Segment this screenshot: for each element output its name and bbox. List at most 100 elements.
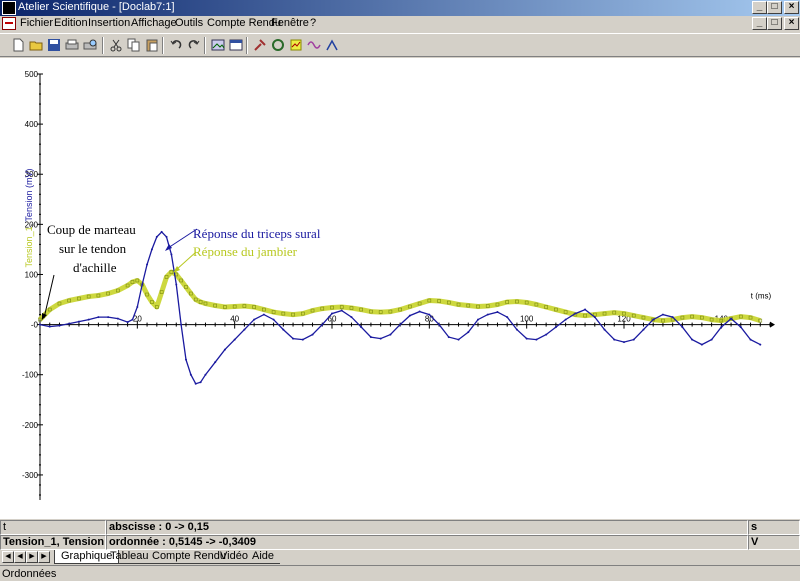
series-tension-point	[141, 283, 144, 286]
x-axis-label: t (ms)	[751, 292, 772, 301]
y-tick-label: -300	[22, 471, 39, 480]
series-tension-point	[399, 323, 402, 326]
close-button[interactable]: ×	[784, 1, 799, 14]
series-tension-point	[739, 326, 742, 329]
series-tension-point	[146, 263, 149, 266]
series-tension-point	[535, 338, 538, 341]
x-tick-label: 40	[230, 315, 239, 324]
y-tick-label: 100	[25, 270, 39, 279]
doc-minimize-button[interactable]: _	[752, 17, 767, 30]
redo-icon[interactable]	[186, 37, 202, 53]
annotation-arrow-jambier	[175, 251, 197, 271]
series-tension-point	[613, 338, 616, 341]
save-icon[interactable]	[46, 37, 62, 53]
series-tension-point	[652, 318, 655, 321]
series-tension-point	[710, 338, 713, 341]
menu-edition[interactable]: Edition	[54, 17, 88, 29]
prev-tab-button[interactable]: ◀	[14, 551, 26, 563]
annotation-coup-de-marteau-line3: d'achille	[73, 260, 117, 275]
menu-bar: Fichier Edition Insertion Affichage Outi…	[0, 16, 800, 31]
copy-icon[interactable]	[126, 37, 142, 53]
series-tension-point	[175, 283, 178, 286]
series-tension-point	[107, 316, 110, 319]
annotation-coup-de-marteau-line2: sur le tendon	[59, 241, 127, 256]
graph-icon[interactable]	[324, 37, 340, 53]
cut-icon[interactable]	[108, 37, 124, 53]
series-tension-point	[253, 318, 256, 321]
last-tab-button[interactable]: ▶	[38, 551, 50, 563]
open-folder-icon[interactable]	[28, 37, 44, 53]
series-tension-point	[379, 337, 382, 340]
series-tension-point	[223, 348, 226, 351]
window-title: Atelier Scientifique - [Doclab7:1]	[18, 1, 175, 13]
menu-fichier[interactable]: Fichier	[20, 17, 53, 29]
series-tension-point	[564, 318, 567, 321]
menu-affichage[interactable]: Affichage	[131, 17, 177, 29]
series-tension-point	[730, 317, 733, 320]
menu-outils[interactable]: Outils	[175, 17, 203, 29]
maximize-button[interactable]: □	[767, 1, 782, 14]
undo-icon[interactable]	[168, 37, 184, 53]
series-tension-point	[189, 373, 192, 376]
y-axis-label-part: Tension (mV)	[24, 169, 34, 222]
tab-aide[interactable]: Aide	[246, 550, 281, 564]
app-icon	[2, 1, 16, 15]
minimize-button[interactable]: _	[752, 1, 767, 14]
series-tension-point	[389, 333, 392, 336]
paste-icon[interactable]	[144, 37, 160, 53]
window-icon[interactable]	[228, 37, 244, 53]
series-tension-point	[77, 320, 80, 323]
series-tension-point	[136, 306, 139, 309]
series-tension-point	[428, 313, 431, 316]
data-icon[interactable]	[288, 37, 304, 53]
y-tick-label: -100	[22, 371, 39, 380]
tool-icon[interactable]	[252, 37, 268, 53]
series-tension-point	[506, 316, 509, 319]
series-tension-point	[311, 333, 314, 336]
series-tension-point	[340, 309, 343, 312]
annotation-coup-de-marteau-line1: Coup de marteau	[47, 222, 136, 237]
menu-insertion[interactable]: Insertion	[88, 17, 130, 29]
menu-fenetre[interactable]: Fenêtre	[271, 17, 309, 29]
first-tab-button[interactable]: ◀	[2, 551, 14, 563]
series-tension-point	[214, 361, 217, 364]
series-tension-point	[160, 230, 163, 233]
series-tension-point	[593, 316, 596, 319]
series-tension-point	[87, 318, 90, 321]
series-tension-point	[681, 326, 684, 329]
series-tension-point	[642, 328, 645, 331]
x-tick-label: 60	[328, 315, 337, 324]
y-range-value: ordonnée : 0,5145 -> -0,3409	[106, 535, 748, 550]
y-tick-label: -200	[22, 421, 39, 430]
series-tension-point	[496, 311, 499, 314]
series-tension-point	[438, 323, 441, 326]
series-tension-point	[68, 322, 71, 325]
wave-icon[interactable]	[306, 37, 322, 53]
toolbar	[0, 33, 800, 57]
doc-restore-button[interactable]: □	[767, 17, 782, 30]
y-tick-label: 400	[25, 120, 39, 129]
print-preview-icon[interactable]	[82, 37, 98, 53]
series-tension-point	[292, 337, 295, 340]
menu-help[interactable]: ?	[310, 17, 316, 29]
chart-area[interactable]: 500 400 300 200 100 -0 -100 -200 -300 20 40 60 80 100…	[0, 58, 800, 519]
next-tab-button[interactable]: ▶	[26, 551, 38, 563]
status-text: Ordonnées	[2, 568, 57, 580]
series-tension-point	[126, 321, 129, 324]
series-tension-point	[243, 328, 246, 331]
y-axis-label-part: Tension_1	[24, 226, 34, 267]
series-tension-point	[603, 328, 606, 331]
print-icon[interactable]	[64, 37, 80, 53]
doc-close-button[interactable]: ×	[784, 17, 799, 30]
menu-compte-rendu[interactable]: Compte Rendu	[207, 17, 281, 29]
y-unit: V	[748, 535, 800, 550]
series-tension-point	[170, 253, 173, 256]
chart-svg[interactable]: 500400300200100-0-100-200-30020 40 60 80 100…	[0, 58, 800, 519]
series-tension-point	[408, 314, 411, 317]
x-range-value: abscisse : 0 -> 0,15	[106, 520, 748, 535]
image-icon[interactable]	[210, 37, 226, 53]
annotation-triceps: Réponse du triceps sural	[193, 226, 321, 241]
document-icon[interactable]	[2, 17, 16, 30]
refresh-icon[interactable]	[270, 37, 286, 53]
new-document-icon[interactable]	[10, 37, 26, 53]
